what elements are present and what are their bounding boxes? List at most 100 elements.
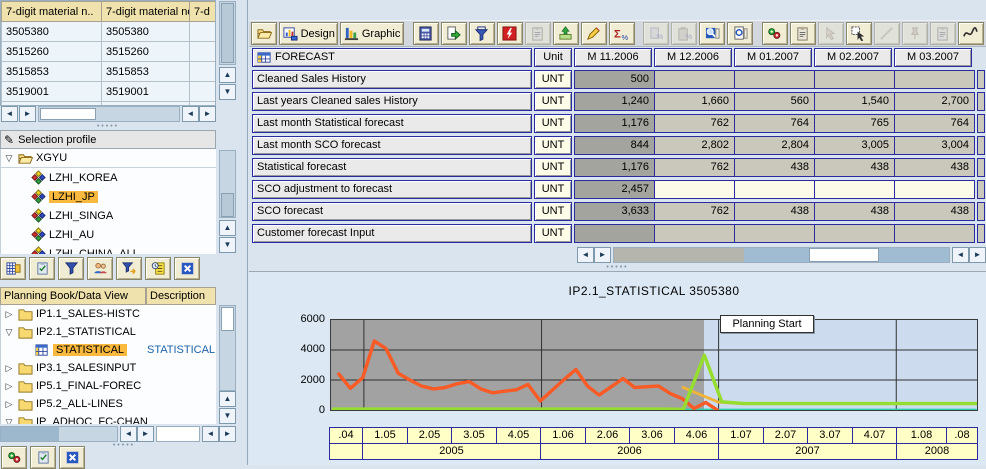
value-cell[interactable]: 764 xyxy=(735,115,815,132)
value-cell[interactable]: 1,660 xyxy=(655,93,735,110)
clipboard-check-button[interactable] xyxy=(29,257,55,280)
value-cell[interactable]: 844 xyxy=(575,137,655,154)
design-chart-button[interactable]: Design xyxy=(279,22,338,45)
material-cell[interactable]: 3505380 xyxy=(2,22,102,42)
selection-item-lzhi_au[interactable]: LZHI_AU xyxy=(1,225,216,244)
clipboard-check-button[interactable] xyxy=(30,446,56,469)
lightning-button[interactable] xyxy=(497,22,523,45)
cursor-select-button[interactable] xyxy=(846,22,872,45)
graphic-chart-button[interactable]: Graphic xyxy=(340,22,403,45)
open-folder-button[interactable] xyxy=(251,22,277,45)
funnel-arrow-button[interactable] xyxy=(116,257,142,280)
value-cell[interactable]: 438 xyxy=(815,203,895,220)
value-cell[interactable] xyxy=(655,181,735,198)
value-cell[interactable] xyxy=(735,225,815,242)
key-figure-label[interactable]: Customer forecast Input xyxy=(252,224,532,243)
selection-item-lzhi_singa[interactable]: LZHI_SINGA xyxy=(1,206,216,225)
planning-scroll-up-icon[interactable]: ▲ xyxy=(219,391,236,407)
material-cell[interactable] xyxy=(190,22,217,42)
value-cell[interactable]: 500 xyxy=(575,71,655,88)
month-column-header[interactable]: M 02.2007 xyxy=(814,48,892,67)
clipboard-button[interactable] xyxy=(790,22,816,45)
clock-list-button[interactable] xyxy=(145,257,171,280)
value-cell[interactable] xyxy=(895,181,974,198)
value-cell[interactable] xyxy=(735,71,815,88)
sigma-pct-button[interactable]: Σ% xyxy=(609,22,635,45)
description-scroll-left-icon[interactable]: ◄ xyxy=(202,426,219,442)
filter-funnel-button[interactable] xyxy=(469,22,495,45)
gears-button[interactable] xyxy=(762,22,788,45)
selection-root-node[interactable]: ▽XGYU xyxy=(1,149,216,168)
material-vscroll-thumb[interactable] xyxy=(221,3,234,63)
zoom-doc-button[interactable] xyxy=(699,22,725,45)
value-cell[interactable]: 438 xyxy=(895,159,974,176)
collapse-arrow-icon[interactable]: ▷ xyxy=(3,381,15,392)
selection-item-lzhi_jp[interactable]: LZHI_JP xyxy=(1,187,216,206)
selection-vscroll-track[interactable] xyxy=(219,150,236,218)
calculator-button[interactable] xyxy=(413,22,439,45)
key-figure-label[interactable]: Last years Cleaned sales History xyxy=(252,92,532,111)
planning-scroll-left-icon[interactable]: ◄ xyxy=(120,426,137,442)
people-button[interactable] xyxy=(87,257,113,280)
material-scroll-up-icon[interactable]: ▲ xyxy=(219,67,236,83)
value-cell[interactable] xyxy=(735,181,815,198)
planning-scroll-down-icon[interactable]: ▼ xyxy=(219,408,236,424)
material-cell[interactable]: 3519001 xyxy=(102,82,190,102)
collapse-arrow-icon[interactable]: ▷ xyxy=(3,363,15,374)
value-cell[interactable] xyxy=(815,225,895,242)
planning-book-item[interactable]: ▽IP2.1_STATISTICAL xyxy=(1,323,216,341)
planning-scroll-right-icon[interactable]: ► xyxy=(137,426,154,442)
selection-scroll-up-icon[interactable]: ▲ xyxy=(219,220,236,236)
planning-hscroll-track[interactable] xyxy=(0,426,118,442)
collapse-arrow-icon[interactable]: ▽ xyxy=(3,327,15,338)
dataview-item[interactable]: STATISTICALSTATISTICAL xyxy=(1,341,216,359)
value-cell[interactable] xyxy=(895,71,974,88)
material-scroll-left2-icon[interactable]: ◄ xyxy=(182,106,199,122)
planning-vscroll-thumb[interactable] xyxy=(221,307,234,331)
material-cell[interactable]: 3515260 xyxy=(102,42,190,62)
planning-book-item[interactable]: ▷IP5.1_FINAL-FOREC xyxy=(1,377,216,395)
planning-vscroll-track[interactable] xyxy=(219,305,236,391)
table-scroll-left-icon[interactable]: ◄ xyxy=(577,247,594,263)
chart-up-button[interactable] xyxy=(553,22,579,45)
value-cell[interactable]: 438 xyxy=(815,159,895,176)
collapse-arrow-icon[interactable]: ▷ xyxy=(3,399,15,410)
edit-pencil-button[interactable] xyxy=(581,22,607,45)
value-cell[interactable]: 1,240 xyxy=(575,93,655,110)
export-doc-button[interactable] xyxy=(441,22,467,45)
key-figure-label[interactable]: SCO adjustment to forecast xyxy=(252,180,532,199)
value-cell[interactable]: 3,004 xyxy=(895,137,974,154)
unit-column-header[interactable]: Unit xyxy=(534,48,572,67)
month-column-header[interactable]: M 11.2006 xyxy=(574,48,652,67)
funnel-button[interactable] xyxy=(58,257,84,280)
value-cell[interactable]: 765 xyxy=(815,115,895,132)
value-cell[interactable] xyxy=(815,181,895,198)
value-cell[interactable] xyxy=(575,225,655,242)
grid-clip-button[interactable] xyxy=(0,257,26,280)
key-figure-label[interactable]: SCO forecast xyxy=(252,202,532,221)
value-cell[interactable]: 3,633 xyxy=(575,203,655,220)
month-column-header[interactable]: M 03.2007 xyxy=(894,48,972,67)
value-cell[interactable]: 2,802 xyxy=(655,137,735,154)
value-cell[interactable]: 2,700 xyxy=(895,93,974,110)
value-cell[interactable]: 2,457 xyxy=(575,181,655,198)
planning-book-item[interactable]: ▷IP3.1_SALESINPUT xyxy=(1,359,216,377)
key-figure-label[interactable]: Statistical forecast xyxy=(252,158,532,177)
close-x-button[interactable] xyxy=(174,257,200,280)
material-hscroll-track[interactable] xyxy=(38,106,180,122)
value-cell[interactable]: 3,005 xyxy=(815,137,895,154)
material-column-header[interactable]: 7-digit material n.. xyxy=(2,2,102,22)
close-x-button[interactable] xyxy=(59,446,85,469)
value-cell[interactable]: 438 xyxy=(735,159,815,176)
value-cell[interactable]: 764 xyxy=(895,115,974,132)
gears-button[interactable] xyxy=(1,446,27,469)
value-cell[interactable]: 1,540 xyxy=(815,93,895,110)
material-column-header[interactable]: 7-digit material no. xyxy=(102,2,190,22)
value-cell[interactable]: 762 xyxy=(655,159,735,176)
material-cell[interactable] xyxy=(190,42,217,62)
curve-button[interactable] xyxy=(958,22,984,45)
value-cell[interactable]: 438 xyxy=(895,203,974,220)
material-cell[interactable] xyxy=(190,82,217,102)
material-hscroll-thumb[interactable] xyxy=(40,108,96,120)
description-hscroll-track[interactable] xyxy=(156,426,200,442)
